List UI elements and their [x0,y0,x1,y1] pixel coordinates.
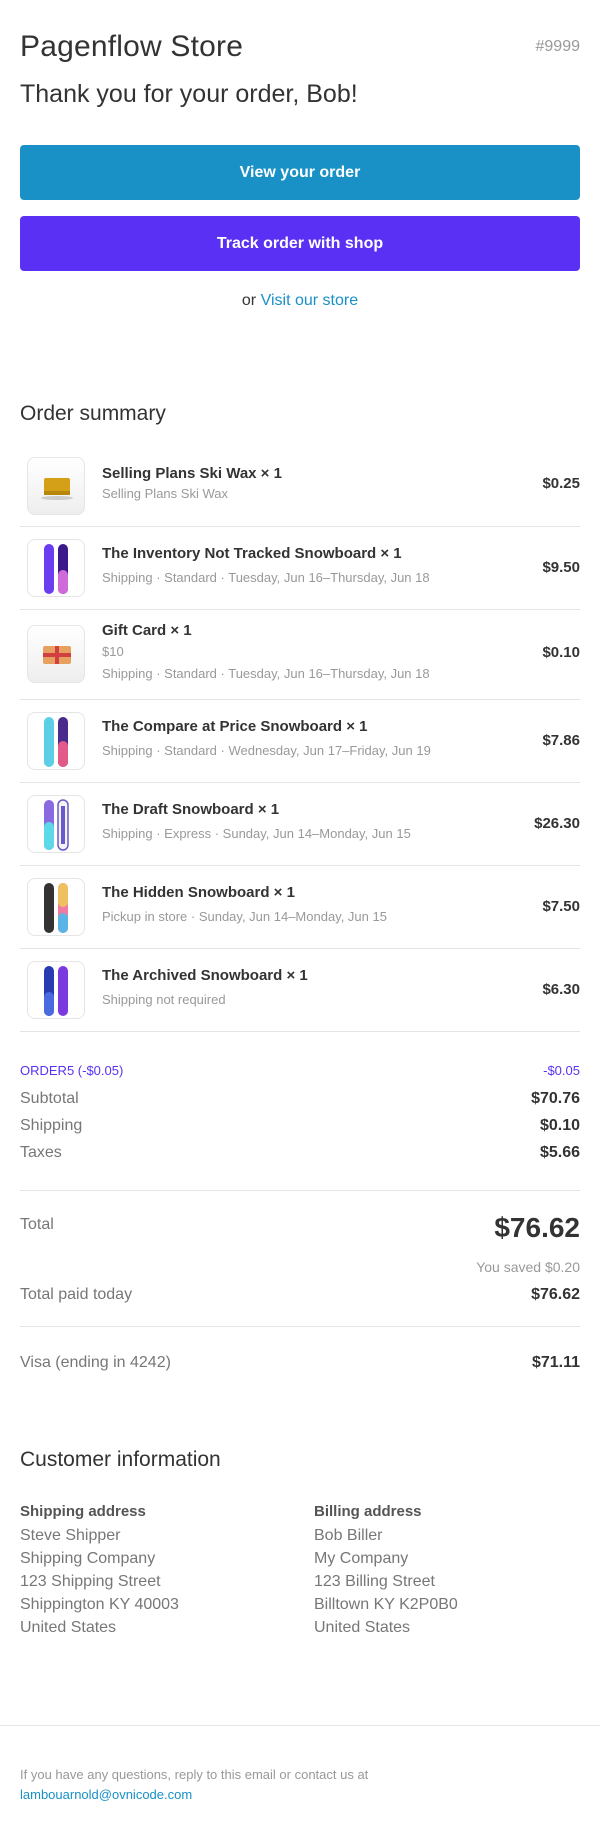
snowboard-icon [27,795,85,853]
item-price: $0.25 [542,475,580,492]
shipping-address-title: Shipping address [20,1503,146,1520]
customer-info-title: Customer information [20,1448,221,1471]
total-value: $76.62 [494,1212,580,1243]
item-shipping: Shipping not required [102,992,226,1007]
item-title: The Archived Snowboard × 1 [102,967,308,984]
item-title: The Inventory Not Tracked Snowboard × 1 [102,545,402,562]
item-title: The Compare at Price Snowboard × 1 [102,718,368,735]
address-line: United States [20,1619,117,1636]
or-text: or [241,292,257,309]
order-number: #9999 [535,38,581,55]
discount-code: ORDER5 (-$0.05) [20,1062,124,1078]
item-shipping: Shipping · Express · Sunday, Jun 14–Mond… [102,826,411,841]
paid-today-value: $76.62 [531,1286,580,1303]
address-line: Steve Shipper [20,1527,121,1544]
item-price: $7.86 [542,732,580,749]
shipping-row: Shipping $0.10 [20,1115,580,1137]
visit-store-link[interactable]: Visit our store [261,292,359,309]
paid-today-row: Total paid today $76.62 [20,1284,580,1306]
email-header: Pagenflow Store #9999 [20,22,580,72]
payment-amount: $71.11 [531,1354,580,1371]
line-item: The Hidden Snowboard × 1 Pickup in store… [20,866,580,949]
item-price: $9.50 [542,559,580,576]
snowboard-icon [27,878,85,936]
item-price: $7.50 [542,898,580,915]
line-item: The Inventory Not Tracked Snowboard × 1 … [20,527,580,610]
savings-text: You saved $0.20 [476,1259,580,1275]
line-item: Gift Card × 1 $10 Shipping · Standard · … [20,610,580,700]
address-line: Billtown KY K2P0B0 [314,1596,458,1613]
footer-divider [0,1725,600,1726]
address-line: Bob Biller [314,1527,383,1544]
paid-today-label: Total paid today [20,1286,133,1303]
footer-text: If you have any questions, reply to this… [20,1767,369,1782]
subtotal-label: Subtotal [20,1090,79,1107]
total-label: Total [20,1216,54,1233]
snowboard-icon [27,539,85,597]
payment-divider [20,1326,580,1327]
item-price: $26.30 [534,815,580,832]
item-shipping: Shipping · Standard · Wednesday, Jun 17–… [102,743,431,758]
discount-amount: -$0.05 [543,1062,580,1078]
billing-address-title: Billing address [314,1503,422,1520]
discount-row: ORDER5 (-$0.05) -$0.05 [20,1060,580,1080]
subtotal-row: Subtotal $70.76 [20,1088,580,1110]
subtotal-value: $70.76 [531,1090,580,1107]
snowboard-icon [27,712,85,770]
item-shipping: Shipping · Standard · Tuesday, Jun 16–Th… [102,570,430,585]
shipping-address: Shipping address Steve Shipper Shipping … [20,1503,290,1639]
item-title: The Draft Snowboard × 1 [102,801,280,818]
visit-store-row: or Visit our store [20,292,580,314]
line-item: Selling Plans Ski Wax × 1 Selling Plans … [20,455,580,527]
address-line: 123 Billing Street [314,1573,435,1590]
billing-address: Billing address Bob Biller My Company 12… [314,1503,584,1639]
snowboard-icon [27,961,85,1019]
greeting-heading: Thank you for your order, Bob! [20,80,358,108]
total-row: Total $76.62 [20,1212,580,1250]
address-line: Shippington KY 40003 [20,1596,179,1613]
item-title: The Hidden Snowboard × 1 [102,884,295,901]
payment-method: Visa (ending in 4242) [20,1354,171,1371]
footer: If you have any questions, reply to this… [20,1765,580,1805]
item-price: $6.30 [542,981,580,998]
payment-row: Visa (ending in 4242) $71.11 [20,1352,580,1374]
totals-divider [20,1190,580,1191]
item-title: Selling Plans Ski Wax × 1 [102,465,282,482]
item-variant: Selling Plans Ski Wax [102,486,228,501]
order-summary-title: Order summary [20,402,166,425]
shipping-label: Shipping [20,1117,83,1134]
gift-card-icon [27,625,85,683]
ski-wax-icon [27,457,85,515]
taxes-row: Taxes $5.66 [20,1142,580,1164]
line-item: The Archived Snowboard × 1 Shipping not … [20,949,580,1032]
item-shipping: Shipping · Standard · Tuesday, Jun 16–Th… [102,666,430,681]
view-order-button[interactable]: View your order [20,145,580,200]
item-title: Gift Card × 1 [102,622,192,639]
track-order-button[interactable]: Track order with shop [20,216,580,271]
address-line: My Company [314,1550,409,1567]
item-shipping: Pickup in store · Sunday, Jun 14–Monday,… [102,909,387,924]
address-line: Shipping Company [20,1550,156,1567]
store-name: Pagenflow Store [20,30,244,63]
item-variant: $10 [102,644,124,659]
taxes-value: $5.66 [539,1144,580,1161]
address-line: 123 Shipping Street [20,1573,161,1590]
shipping-value: $0.10 [539,1117,580,1134]
taxes-label: Taxes [20,1144,62,1161]
contact-email-link[interactable]: lambouarnold@ovnicode.com [20,1785,580,1805]
item-price: $0.10 [542,644,580,661]
line-item: The Draft Snowboard × 1 Shipping · Expre… [20,783,580,866]
address-line: United States [314,1619,411,1636]
line-item: The Compare at Price Snowboard × 1 Shipp… [20,700,580,783]
